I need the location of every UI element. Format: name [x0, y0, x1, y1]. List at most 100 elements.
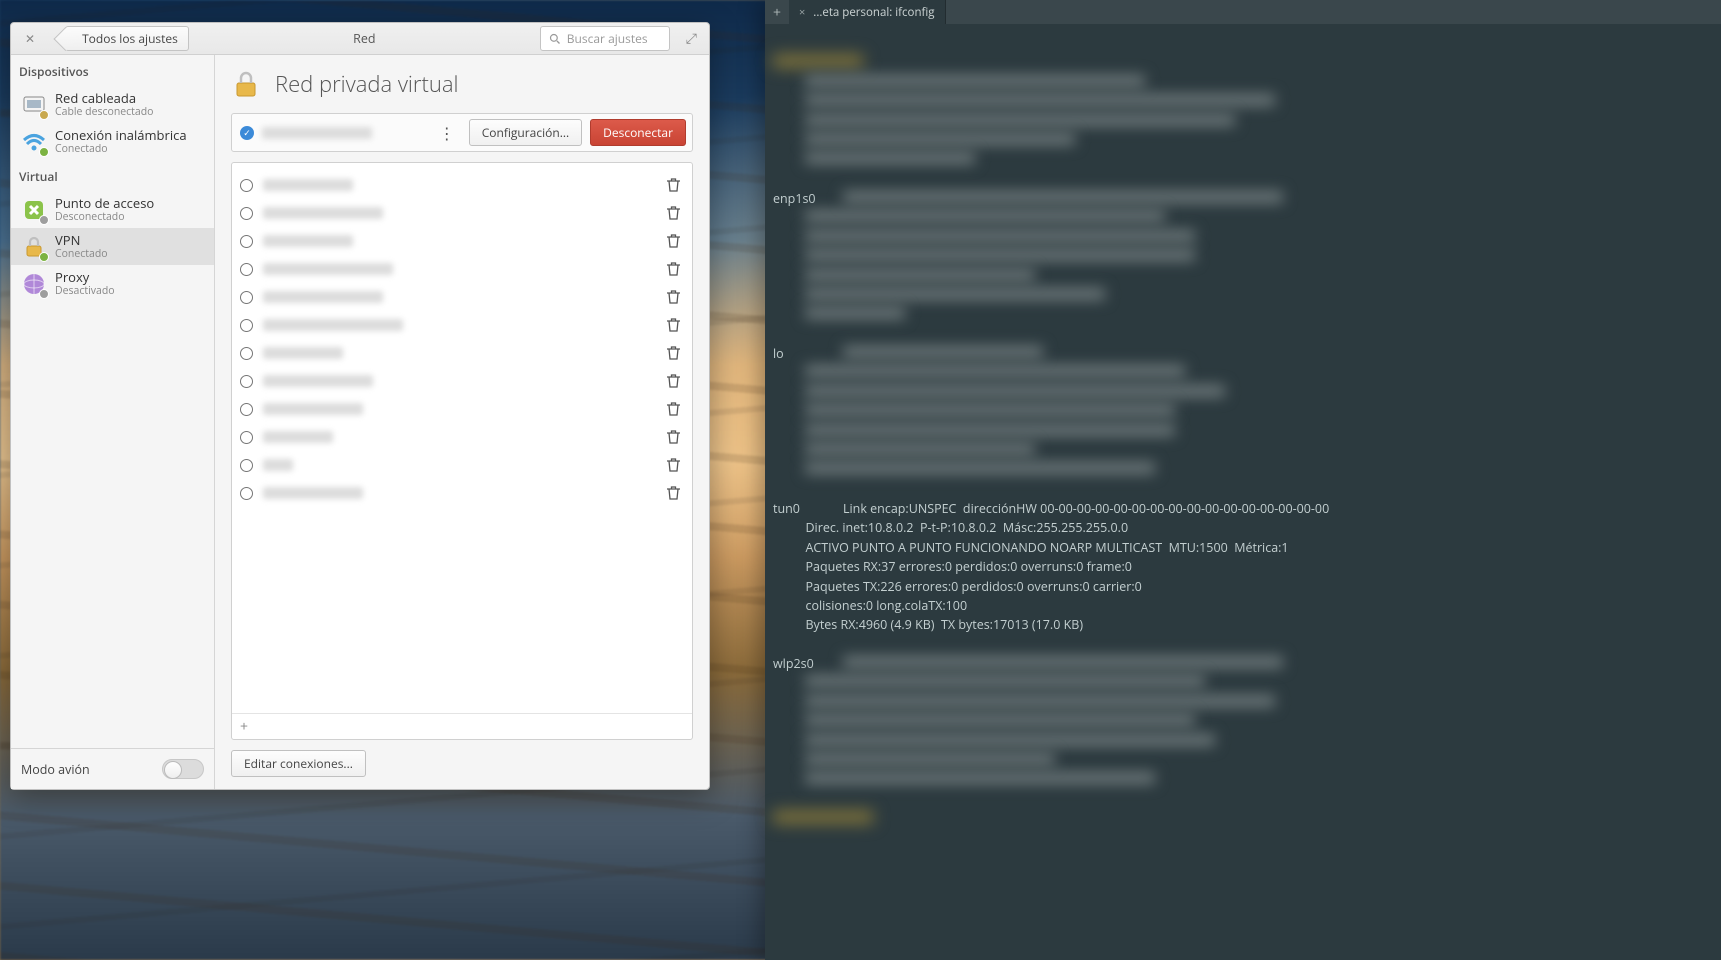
- tun0-line: Bytes RX:4960 (4.9 KB) TX bytes:17013 (1…: [805, 616, 1083, 633]
- delete-icon[interactable]: [663, 456, 684, 474]
- vpn-connection-row[interactable]: [240, 367, 684, 395]
- tun0-line: ACTIVO PUNTO A PUNTO FUNCIONANDO NOARP M…: [805, 539, 1288, 556]
- terminal-body[interactable]: enp1s0 lo tun0Link encap:UNSPEC direcció…: [765, 24, 1721, 858]
- search-field[interactable]: [540, 26, 670, 51]
- sidebar-item-label: Conexión inalámbrica: [55, 128, 187, 143]
- vpn-heading: Red privada virtual: [275, 69, 458, 99]
- vpn-connection-name: [263, 342, 655, 364]
- terminal-tab-title: ...eta personal: ifconfig: [813, 5, 934, 20]
- sidebar-item-proxy[interactable]: Proxy Desactivado: [11, 265, 214, 302]
- delete-icon[interactable]: [663, 176, 684, 194]
- vpn-radio[interactable]: [240, 319, 253, 332]
- vpn-radio[interactable]: [240, 179, 253, 192]
- tun0-line: Paquetes TX:226 errores:0 perdidos:0 ove…: [805, 578, 1141, 595]
- tun0-line: Link encap:UNSPEC direcciónHW 00-00-00-0…: [843, 500, 1329, 517]
- sidebar-item-sub: Cable desconectado: [55, 106, 154, 118]
- active-connection-bar: ✓ ⋮ Configuración... Desconectar: [231, 113, 693, 152]
- delete-icon[interactable]: [663, 372, 684, 390]
- sidebar-section-virtual: Virtual: [11, 160, 214, 191]
- edit-connections-button[interactable]: Editar conexiones...: [231, 750, 366, 777]
- titlebar: ✕ Todos los ajustes Red ⤢: [11, 23, 709, 55]
- vpn-connection-row[interactable]: [240, 339, 684, 367]
- close-icon[interactable]: ✕: [19, 28, 41, 49]
- vpn-connection-row[interactable]: [240, 227, 684, 255]
- airplane-mode-label: Modo avión: [21, 761, 90, 778]
- vpn-connection-row[interactable]: [240, 395, 684, 423]
- airplane-mode-toggle[interactable]: [162, 759, 204, 779]
- delete-icon[interactable]: [663, 260, 684, 278]
- vpn-connection-row[interactable]: [240, 283, 684, 311]
- terminal-tab[interactable]: × ...eta personal: ifconfig: [789, 0, 946, 24]
- ethernet-icon: [21, 92, 47, 118]
- airplane-mode-row: Modo avión: [11, 748, 214, 789]
- vpn-connection-name: [263, 482, 655, 504]
- sidebar-item-label: VPN: [55, 233, 108, 248]
- vpn-connection-row[interactable]: [240, 255, 684, 283]
- status-check-icon: ✓: [240, 126, 254, 140]
- disconnect-button[interactable]: Desconectar: [590, 119, 686, 146]
- vpn-radio[interactable]: [240, 459, 253, 472]
- delete-icon[interactable]: [663, 428, 684, 446]
- vpn-radio[interactable]: [240, 403, 253, 416]
- vpn-connection-row[interactable]: [240, 423, 684, 451]
- sidebar-item-wifi[interactable]: Conexión inalámbrica Conectado: [11, 123, 214, 160]
- vpn-connection-row[interactable]: [240, 451, 684, 479]
- vpn-radio[interactable]: [240, 431, 253, 444]
- vpn-radio[interactable]: [240, 347, 253, 360]
- vpn-radio[interactable]: [240, 207, 253, 220]
- sidebar-item-vpn[interactable]: VPN Conectado: [11, 228, 214, 265]
- delete-icon[interactable]: [663, 204, 684, 222]
- iface-label: wlp2s0: [773, 654, 843, 673]
- sidebar-item-label: Red cableada: [55, 91, 154, 106]
- sidebar-item-wired[interactable]: Red cableada Cable desconectado: [11, 86, 214, 123]
- wifi-icon: [21, 129, 47, 155]
- delete-icon[interactable]: [663, 232, 684, 250]
- vpn-radio[interactable]: [240, 487, 253, 500]
- vpn-connection-name: [263, 174, 655, 196]
- delete-icon[interactable]: [663, 316, 684, 334]
- search-input[interactable]: [567, 30, 661, 47]
- vpn-connection-name: [263, 426, 655, 448]
- sidebar-item-sub: Conectado: [55, 248, 108, 260]
- terminal-tab-close-icon[interactable]: ×: [799, 5, 805, 20]
- delete-icon[interactable]: [663, 484, 684, 502]
- sidebar-item-sub: Desactivado: [55, 285, 115, 297]
- delete-icon[interactable]: [663, 400, 684, 418]
- more-menu-button[interactable]: ⋮: [433, 122, 461, 144]
- window-title: Red: [195, 30, 534, 47]
- sidebar-item-hotspot[interactable]: Punto de acceso Desconectado: [11, 191, 214, 228]
- vpn-connection-name: [263, 398, 655, 420]
- add-connection-button[interactable]: +: [232, 713, 692, 739]
- terminal-new-tab[interactable]: +: [765, 0, 789, 24]
- vpn-connection-name: [263, 314, 655, 336]
- vpn-radio[interactable]: [240, 291, 253, 304]
- vpn-connection-row[interactable]: [240, 311, 684, 339]
- tun0-line: Direc. inet:10.8.0.2 P-t-P:10.8.0.2 Másc…: [805, 519, 1128, 536]
- delete-icon[interactable]: [663, 344, 684, 362]
- vpn-connection-name: [263, 370, 655, 392]
- settings-window: ✕ Todos los ajustes Red ⤢ Dispositivos R…: [10, 22, 710, 790]
- configure-button[interactable]: Configuración...: [469, 119, 582, 146]
- hotspot-icon: [21, 197, 47, 223]
- terminal-tabbar: + × ...eta personal: ifconfig: [765, 0, 1721, 24]
- vpn-connection-row[interactable]: [240, 479, 684, 507]
- vpn-connection-name: [263, 454, 655, 476]
- vpn-connection-name: [263, 258, 655, 280]
- tun0-line: colisiones:0 long.colaTX:100: [805, 597, 967, 614]
- vpn-radio[interactable]: [240, 263, 253, 276]
- vpn-connection-row[interactable]: [240, 199, 684, 227]
- globe-icon: [21, 271, 47, 297]
- sidebar: Dispositivos Red cableada Cable desconec…: [11, 55, 215, 789]
- delete-icon[interactable]: [663, 288, 684, 306]
- back-all-settings-button[interactable]: Todos los ajustes: [65, 26, 189, 51]
- iface-label: enp1s0: [773, 189, 843, 208]
- sidebar-item-sub: Conectado: [55, 143, 187, 155]
- vpn-radio[interactable]: [240, 235, 253, 248]
- maximize-icon[interactable]: ⤢: [682, 29, 701, 48]
- search-icon: [549, 33, 561, 45]
- vpn-connections-list: +: [231, 162, 693, 740]
- lock-icon: [21, 234, 47, 260]
- terminal-window: + × ...eta personal: ifconfig enp1s0 lo: [765, 0, 1721, 960]
- vpn-connection-row[interactable]: [240, 171, 684, 199]
- vpn-radio[interactable]: [240, 375, 253, 388]
